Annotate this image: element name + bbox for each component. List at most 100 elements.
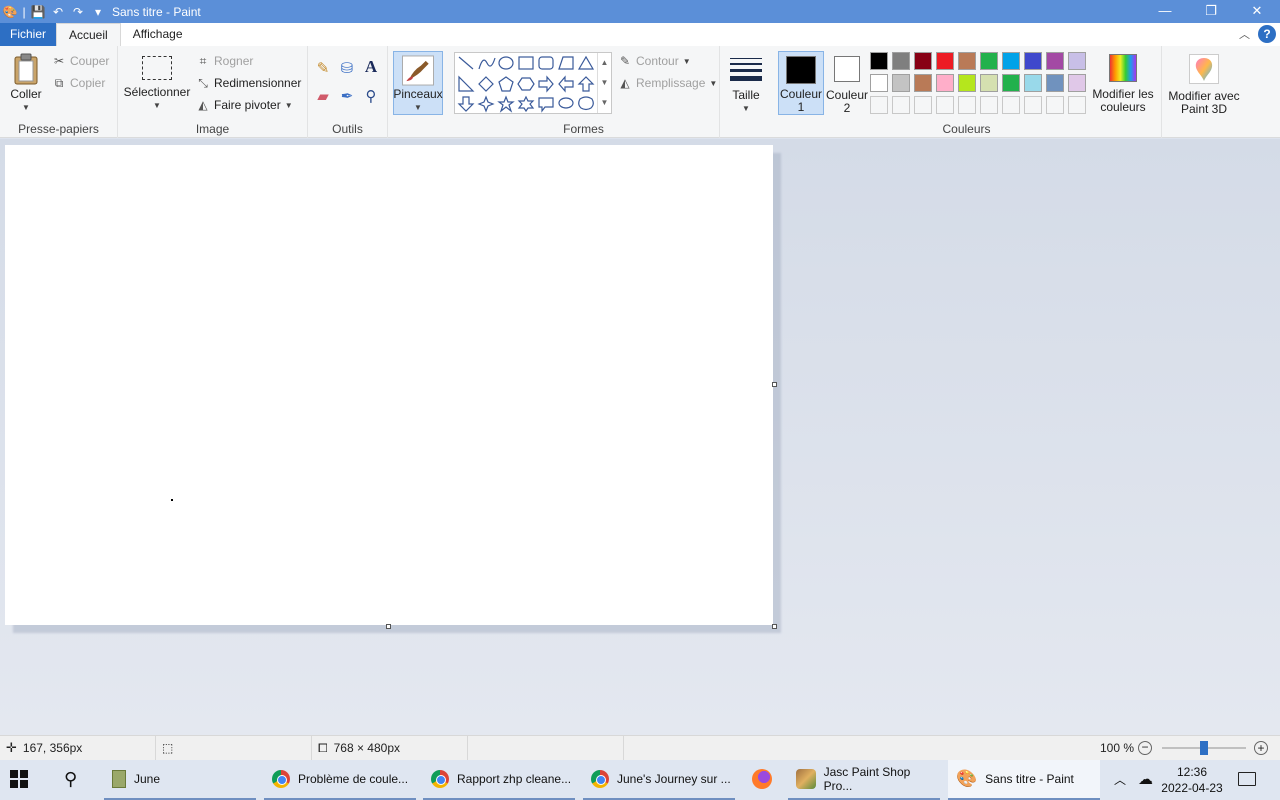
color-swatch[interactable] (914, 52, 932, 70)
size-button[interactable]: Taille ▼ (726, 54, 766, 115)
selection-rectangle-icon (142, 56, 172, 80)
edit-colors-button[interactable]: Modifier les couleurs (1090, 54, 1156, 114)
paint-app-icon[interactable]: 🎨 (0, 2, 20, 22)
taskbar-item-chrome-2[interactable]: Rapport zhp cleane... (423, 760, 575, 800)
color2-button[interactable]: Couleur 2 (826, 56, 868, 115)
custom-color-slot[interactable] (980, 96, 998, 114)
color-swatch[interactable] (1046, 52, 1064, 70)
color-swatch[interactable] (1068, 74, 1086, 92)
rotate-button[interactable]: ◭ Faire pivoter ▼ (196, 98, 293, 112)
zoom-out-icon[interactable]: − (1138, 741, 1153, 755)
color-swatch[interactable] (870, 52, 888, 70)
paint3d-icon (1189, 54, 1219, 84)
taskbar-item-june[interactable]: June (104, 760, 256, 800)
color-swatch[interactable] (892, 52, 910, 70)
search-button[interactable]: ⚲ (52, 760, 96, 800)
color-swatch[interactable] (980, 74, 998, 92)
taskbar-item-paintshop[interactable]: Jasc Paint Shop Pro... (788, 760, 940, 800)
tab-file[interactable]: Fichier (0, 23, 56, 46)
shapes-scroll[interactable]: ▲ ▼ ▼ (597, 53, 611, 113)
color-swatch[interactable] (1046, 74, 1064, 92)
color-swatch[interactable] (1024, 74, 1042, 92)
custom-color-slot[interactable] (914, 96, 932, 114)
taskbar-item-chrome-1[interactable]: Problème de coule... (264, 760, 416, 800)
chevron-down-icon: ▼ (284, 100, 293, 110)
magnifier-icon[interactable]: ⚲ (364, 89, 378, 104)
color-swatch[interactable] (936, 52, 954, 70)
color1-button[interactable]: Couleur 1 (778, 51, 824, 115)
copy-icon: ⧉ (54, 76, 64, 90)
drawing-canvas[interactable] (5, 145, 773, 625)
zoom-slider-thumb[interactable] (1200, 741, 1209, 755)
color-swatch[interactable] (958, 74, 976, 92)
restore-button[interactable]: ❐ (1188, 0, 1234, 23)
taskbar-item-firefox[interactable] (742, 760, 786, 800)
color-swatch[interactable] (892, 74, 910, 92)
color-swatch[interactable] (1068, 52, 1086, 70)
onedrive-button[interactable]: ☁ (1132, 760, 1162, 800)
select-button[interactable]: Sélectionner ▼ (124, 56, 190, 112)
color-picker-icon[interactable]: ✒ (340, 89, 354, 104)
color-swatch[interactable] (914, 74, 932, 92)
save-icon[interactable]: 💾 (28, 2, 48, 22)
undo-icon[interactable]: ↶ (48, 2, 68, 22)
custom-color-slot[interactable] (1046, 96, 1064, 114)
rectangular-callout-shape-icon (538, 97, 554, 113)
brushes-button[interactable]: Pinceaux ▼ (393, 51, 443, 115)
color-palette (870, 52, 1092, 118)
tab-view[interactable]: Affichage (121, 23, 195, 46)
custom-color-slot[interactable] (1002, 96, 1020, 114)
start-button[interactable] (2, 760, 46, 800)
fill-bucket-icon[interactable]: ⛁ (340, 61, 354, 76)
up-arrow-shape-icon (577, 76, 595, 92)
resize-button[interactable]: ⤡ Redimensionner (196, 76, 301, 90)
custom-color-slot[interactable] (958, 96, 976, 114)
resize-handle-right[interactable] (772, 382, 777, 387)
redo-icon[interactable]: ↷ (68, 2, 88, 22)
zoom-slider[interactable] (1162, 741, 1247, 755)
custom-color-slot[interactable] (936, 96, 954, 114)
taskbar-item-label: Problème de coule... (298, 772, 409, 786)
color-swatch[interactable] (1002, 52, 1020, 70)
crop-button[interactable]: ⌗ Rogner (196, 54, 254, 68)
taskbar-item-paint[interactable]: 🎨 Sans titre - Paint (948, 760, 1100, 800)
show-hidden-icons-button[interactable]: ︿ (1104, 760, 1134, 800)
eraser-icon[interactable]: ▰ (316, 89, 330, 104)
custom-color-slot[interactable] (1068, 96, 1086, 114)
notifications-button[interactable] (1232, 760, 1272, 800)
line-width-icon (730, 54, 762, 85)
edit-with-paint3d-button[interactable]: Modifier avec Paint 3D (1164, 54, 1244, 116)
group-clipboard: Coller ▼ ✂ Couper ⧉ Copier Presse-papier… (0, 46, 118, 138)
clock-time: 12:36 (1176, 765, 1208, 779)
color-swatch[interactable] (1002, 74, 1020, 92)
color-swatch[interactable] (1024, 52, 1042, 70)
minimize-button[interactable]: — (1142, 0, 1188, 23)
outline-button[interactable]: ✎ Contour ▼ (618, 54, 691, 68)
tab-home[interactable]: Accueil (56, 23, 121, 46)
rainbow-palette-icon (1109, 54, 1137, 82)
custom-color-slot[interactable] (892, 96, 910, 114)
fill-button[interactable]: ◭ Remplissage ▼ (618, 76, 717, 90)
copy-button[interactable]: ⧉ Copier (52, 76, 106, 90)
customize-quick-access-icon[interactable]: ▾ (88, 2, 108, 22)
zoom-in-icon[interactable]: + (1254, 741, 1269, 755)
text-tool-icon[interactable]: A (364, 58, 378, 75)
group-label-image: Image (195, 122, 230, 136)
resize-handle-bottom[interactable] (386, 624, 391, 629)
custom-color-slot[interactable] (870, 96, 888, 114)
resize-handle-corner[interactable] (772, 624, 777, 629)
size-label: Taille (732, 88, 760, 102)
collapse-ribbon-icon[interactable]: ︿ (1239, 26, 1250, 42)
color-swatch[interactable] (870, 74, 888, 92)
color-swatch[interactable] (958, 52, 976, 70)
close-button[interactable]: ✕ (1234, 0, 1280, 23)
color-swatch[interactable] (980, 52, 998, 70)
clock[interactable]: 12:36 2022-04-23 (1160, 764, 1224, 796)
paste-button[interactable]: Coller ▼ (8, 52, 44, 114)
cut-button[interactable]: ✂ Couper (52, 54, 109, 68)
custom-color-slot[interactable] (1024, 96, 1042, 114)
pencil-icon[interactable]: ✎ (316, 61, 330, 76)
color-swatch[interactable] (936, 74, 954, 92)
help-icon[interactable]: ? (1258, 25, 1276, 43)
taskbar-item-chrome-3[interactable]: June's Journey sur ... (583, 760, 735, 800)
